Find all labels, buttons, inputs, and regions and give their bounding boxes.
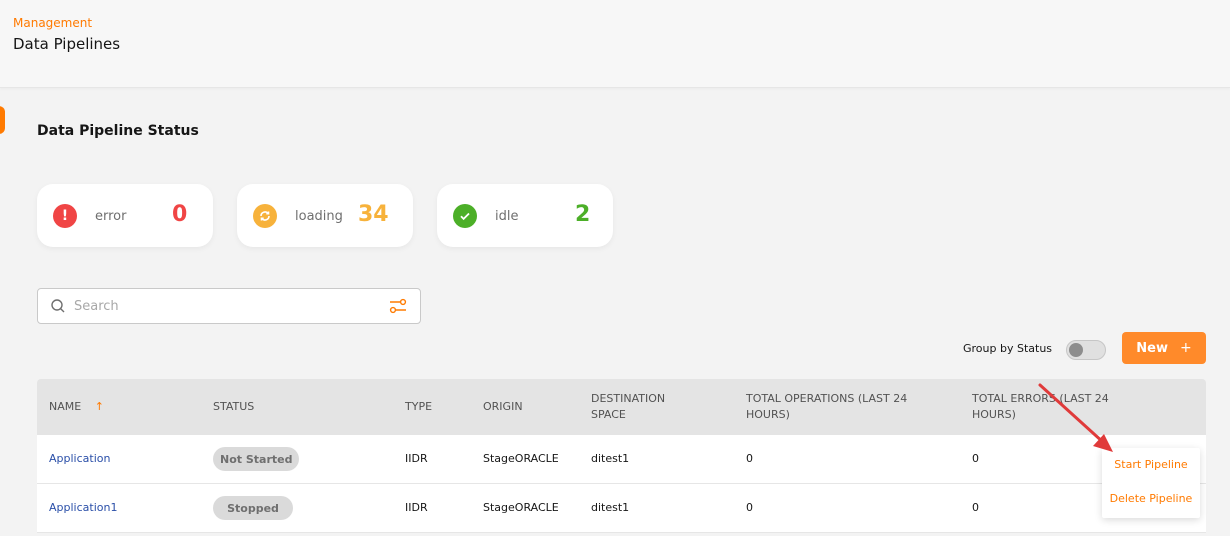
- total-errors-cell: 0: [972, 452, 979, 465]
- page-header: Management Data Pipelines: [0, 0, 1230, 88]
- column-header-total-operations: TOTAL OPERATIONS (LAST 24 HOURS): [746, 392, 908, 421]
- loading-icon: [253, 204, 277, 228]
- plus-icon: +: [1179, 340, 1192, 356]
- sort-ascending-icon[interactable]: ↑: [95, 400, 104, 413]
- column-header-type: TYPE: [405, 400, 433, 413]
- stat-value: 0: [172, 202, 188, 227]
- destination-cell: ditest1: [591, 501, 630, 514]
- page-title: Data Pipelines: [13, 35, 121, 53]
- side-panel-tab[interactable]: [0, 106, 5, 134]
- status-badge: Stopped: [213, 496, 293, 520]
- type-cell: IIDR: [405, 501, 428, 514]
- table-row[interactable]: Application1 Stopped IIDR StageORACLE di…: [37, 484, 1206, 533]
- error-icon: !: [53, 204, 77, 228]
- pipeline-name-link[interactable]: Application1: [49, 501, 117, 514]
- status-badge: Not Started: [213, 447, 300, 471]
- destination-cell: ditest1: [591, 452, 630, 465]
- row-actions-menu: Start Pipeline Delete Pipeline: [1102, 448, 1200, 518]
- stat-card-idle: idle 2: [437, 184, 613, 247]
- new-button[interactable]: New +: [1122, 332, 1206, 364]
- stat-card-error: ! error 0: [37, 184, 213, 247]
- column-header-origin: ORIGIN: [483, 400, 523, 413]
- column-header-destination: DESTINATION SPACE: [591, 392, 666, 421]
- column-header-status: STATUS: [213, 400, 255, 413]
- search-box: [37, 288, 421, 324]
- total-operations-cell: 0: [746, 501, 753, 514]
- breadcrumb[interactable]: Management: [13, 16, 92, 30]
- origin-cell: StageORACLE: [483, 501, 559, 514]
- toggle-knob: [1069, 343, 1083, 357]
- column-header-name[interactable]: NAME ↑: [49, 399, 104, 415]
- start-pipeline-menu-item[interactable]: Start Pipeline: [1102, 458, 1200, 471]
- stat-value: 2: [575, 202, 591, 227]
- stat-label: error: [95, 209, 127, 224]
- section-title: Data Pipeline Status: [37, 123, 199, 139]
- stat-label: idle: [495, 209, 519, 224]
- column-header-total-errors: TOTAL ERRORS (LAST 24 HOURS): [972, 392, 1109, 421]
- search-icon: [50, 298, 66, 318]
- new-button-label: New: [1136, 340, 1168, 356]
- group-by-status-label: Group by Status: [963, 342, 1053, 355]
- total-operations-cell: 0: [746, 452, 753, 465]
- type-cell: IIDR: [405, 452, 428, 465]
- total-errors-cell: 0: [972, 501, 979, 514]
- table-header: NAME ↑ STATUS TYPE ORIGIN DESTINATION SP…: [37, 379, 1206, 435]
- filter-icon[interactable]: [388, 297, 408, 319]
- check-icon: [453, 204, 477, 228]
- table-row[interactable]: Application Not Started IIDR StageORACLE…: [37, 435, 1206, 484]
- stat-value: 34: [358, 202, 389, 227]
- stat-label: loading: [295, 209, 343, 224]
- search-input[interactable]: [74, 295, 374, 317]
- pipeline-name-link[interactable]: Application: [49, 452, 110, 465]
- origin-cell: StageORACLE: [483, 452, 559, 465]
- stat-card-loading: loading 34: [237, 184, 413, 247]
- delete-pipeline-menu-item[interactable]: Delete Pipeline: [1102, 492, 1200, 505]
- group-by-status-toggle[interactable]: [1066, 340, 1106, 360]
